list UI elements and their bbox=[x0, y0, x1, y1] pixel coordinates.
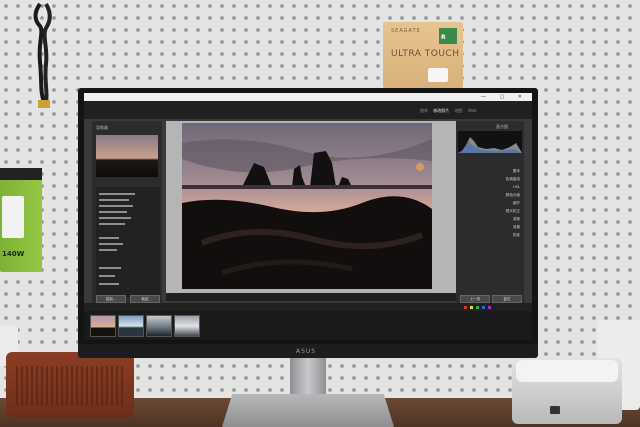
monitor-brand-logo: ASUS bbox=[296, 348, 317, 355]
preset-item[interactable] bbox=[99, 205, 133, 207]
section-hsl[interactable]: HSL bbox=[513, 185, 520, 189]
section-transform[interactable]: 变换 bbox=[513, 217, 520, 222]
copy-settings-button[interactable]: 复制... bbox=[96, 295, 126, 303]
filmstrip bbox=[84, 311, 532, 340]
charger-window bbox=[2, 196, 24, 238]
module-map[interactable]: 地图 bbox=[455, 108, 463, 113]
module-develop[interactable]: 修改照片 bbox=[433, 108, 449, 113]
film-thumbnail[interactable] bbox=[146, 315, 172, 337]
module-web[interactable]: Web bbox=[468, 108, 477, 113]
section-calibration[interactable]: 校准 bbox=[513, 233, 520, 238]
cable-bundle-icon bbox=[33, 2, 52, 108]
preset-item[interactable] bbox=[99, 211, 127, 213]
external-drive-box: SEAGATE ULTRA TOUCH R bbox=[383, 22, 463, 88]
module-bar: 图库 修改照片 地图 Web bbox=[84, 101, 532, 119]
section-tone-curve[interactable]: 色调曲线 bbox=[506, 177, 520, 182]
drive-hang-tag bbox=[428, 68, 448, 82]
left-panel: 导航器 bbox=[92, 121, 162, 303]
preset-item[interactable] bbox=[99, 223, 125, 225]
histogram-title: 直方图 bbox=[496, 124, 508, 129]
drive-brand: SEAGATE bbox=[391, 28, 421, 34]
paste-settings-button[interactable]: 粘贴 bbox=[130, 295, 160, 303]
preset-item[interactable] bbox=[99, 267, 121, 269]
preset-item[interactable] bbox=[99, 249, 117, 251]
usb-port bbox=[550, 406, 560, 414]
color-label-yellow[interactable] bbox=[470, 306, 473, 309]
bluetooth-speaker bbox=[6, 352, 134, 418]
preset-item[interactable] bbox=[99, 275, 115, 277]
section-detail[interactable]: 细节 bbox=[513, 201, 520, 206]
right-panel: 直方图 基本 色调曲线 HSL 颜色分级 细节 镜头校正 变换 效果 校准 bbox=[456, 121, 524, 303]
preset-item[interactable] bbox=[99, 217, 131, 219]
navigator-preview[interactable] bbox=[96, 135, 158, 177]
section-color-grading[interactable]: 颜色分级 bbox=[506, 193, 520, 198]
monitor-stand-neck bbox=[290, 356, 326, 400]
section-basic[interactable]: 基本 bbox=[513, 169, 520, 174]
mini-pc-top bbox=[516, 360, 618, 382]
mini-pc bbox=[512, 358, 622, 424]
drive-badge-letter: R bbox=[441, 34, 446, 41]
speaker-grill bbox=[16, 366, 124, 406]
navigator-title: 导航器 bbox=[96, 125, 108, 130]
preset-item[interactable] bbox=[99, 283, 119, 285]
color-label-green[interactable] bbox=[476, 306, 479, 309]
module-library[interactable]: 图库 bbox=[420, 108, 428, 113]
preset-item[interactable] bbox=[99, 237, 119, 239]
section-lens-corrections[interactable]: 镜头校正 bbox=[506, 209, 520, 214]
viewer-toolbar bbox=[166, 293, 456, 301]
charger-cap bbox=[0, 168, 42, 180]
window-controls[interactable]: — ▢ ✕ bbox=[481, 94, 528, 100]
monitor-screen: — ▢ ✕ 图库 修改照片 地图 Web 导航器 复制... 粘贴 直方图 基本… bbox=[84, 93, 532, 340]
preset-item[interactable] bbox=[99, 199, 129, 201]
module-picker[interactable]: 图库 修改照片 地图 Web bbox=[420, 108, 477, 114]
color-label-purple[interactable] bbox=[488, 306, 491, 309]
window-titlebar: — ▢ ✕ bbox=[84, 93, 532, 101]
reset-button[interactable]: 复位 bbox=[492, 295, 522, 303]
filmstrip-bar bbox=[84, 303, 532, 311]
seascape-photo bbox=[182, 123, 432, 289]
charger-wattage: 140W bbox=[2, 250, 25, 258]
histogram bbox=[458, 131, 522, 153]
drive-product-name: ULTRA TOUCH bbox=[391, 49, 460, 59]
image-viewer[interactable] bbox=[166, 121, 456, 293]
color-label-red[interactable] bbox=[464, 306, 467, 309]
film-thumbnail[interactable] bbox=[174, 315, 200, 337]
color-label-blue[interactable] bbox=[482, 306, 485, 309]
previous-button[interactable]: 上一张 bbox=[460, 295, 490, 303]
preset-item[interactable] bbox=[99, 243, 123, 245]
preset-list[interactable] bbox=[96, 187, 160, 297]
film-thumbnail[interactable] bbox=[118, 315, 144, 337]
section-effects[interactable]: 效果 bbox=[513, 225, 520, 230]
monitor-stand-base bbox=[222, 394, 394, 427]
film-thumbnail[interactable] bbox=[90, 315, 116, 337]
preset-item[interactable] bbox=[99, 193, 135, 195]
